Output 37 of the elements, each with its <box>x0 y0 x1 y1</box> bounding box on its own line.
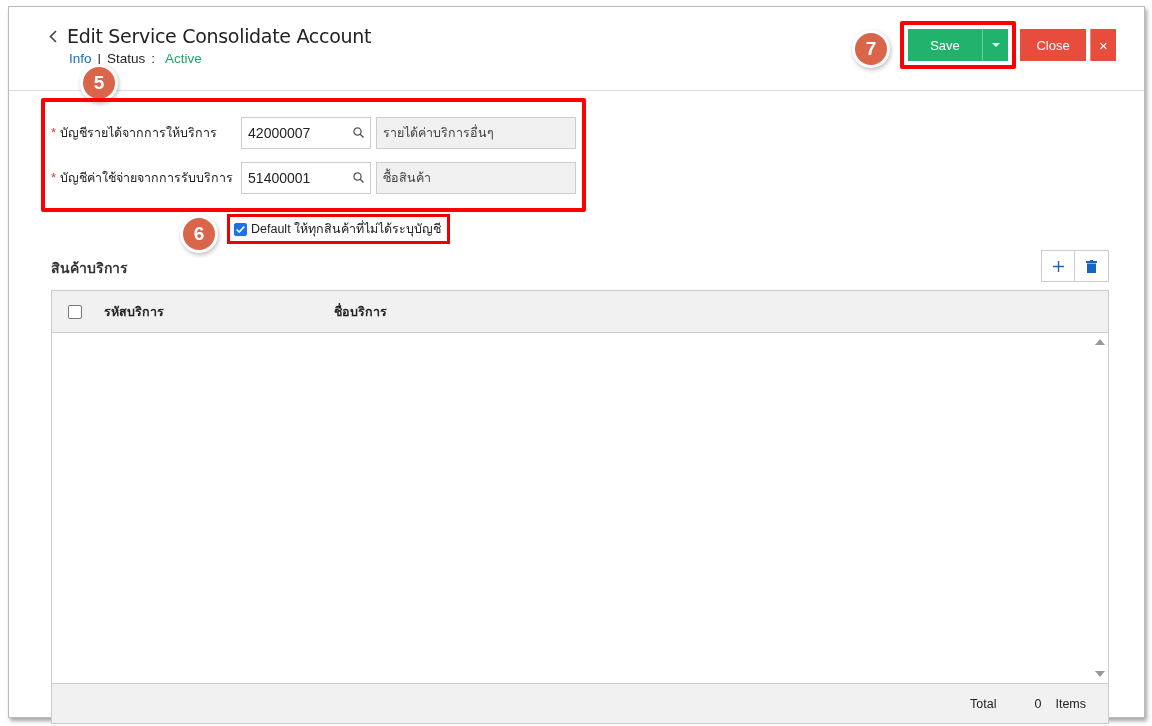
select-all-checkbox[interactable] <box>68 304 82 319</box>
save-button[interactable]: Save <box>908 29 982 61</box>
back-icon[interactable] <box>49 29 57 43</box>
delete-button[interactable] <box>1075 250 1109 282</box>
search-icon[interactable] <box>353 127 365 138</box>
close-button[interactable]: Close <box>1020 29 1086 61</box>
column-header: ชื่อบริการ <box>334 302 387 321</box>
account-code-field[interactable]: 51400001 <box>241 161 372 194</box>
info-link[interactable]: Info <box>69 51 92 66</box>
required-mark: * <box>51 170 57 185</box>
status-label: Status <box>107 51 146 66</box>
section-title: สินค้าบริการ <box>51 259 128 278</box>
trash-icon <box>1086 259 1097 273</box>
step-badge: 5 <box>83 67 115 99</box>
account-code-field[interactable]: 42000007 <box>241 116 372 149</box>
step-badge: 7 <box>855 33 887 65</box>
close-x-button[interactable]: × <box>1090 29 1116 61</box>
step-badge: 6 <box>183 218 215 250</box>
page-title: Edit Service Consolidate Account <box>67 25 372 47</box>
search-icon[interactable] <box>353 172 365 183</box>
scroll-down-arrow[interactable] <box>1095 671 1105 677</box>
item-count: 0 <box>1034 696 1042 711</box>
total-label: Total <box>970 696 997 711</box>
checkbox[interactable] <box>234 222 247 236</box>
account-name-field: ซื้อสินค้า <box>376 161 577 194</box>
items-label: Items <box>1055 696 1086 711</box>
column-header: รหัสบริการ <box>104 303 165 321</box>
checkbox-label: Default ให้ทุกสินค้าที่ไม่ได้ระบุบัญชี <box>251 219 442 239</box>
caret-icon <box>991 43 1000 47</box>
field-label: บัญชีค่าใช้จ่ายจากการรับบริการ <box>60 169 235 187</box>
account-name-field: รายได้ค่าบริการอื่นๆ <box>376 116 577 149</box>
scroll-up-arrow[interactable] <box>1095 339 1105 345</box>
field-label: บัญชีรายได้จากการให้บริการ <box>60 124 219 142</box>
required-mark: * <box>51 125 57 140</box>
status-colon: : <box>151 51 156 66</box>
status-value: Active <box>165 51 202 66</box>
plus-icon <box>1052 260 1064 272</box>
